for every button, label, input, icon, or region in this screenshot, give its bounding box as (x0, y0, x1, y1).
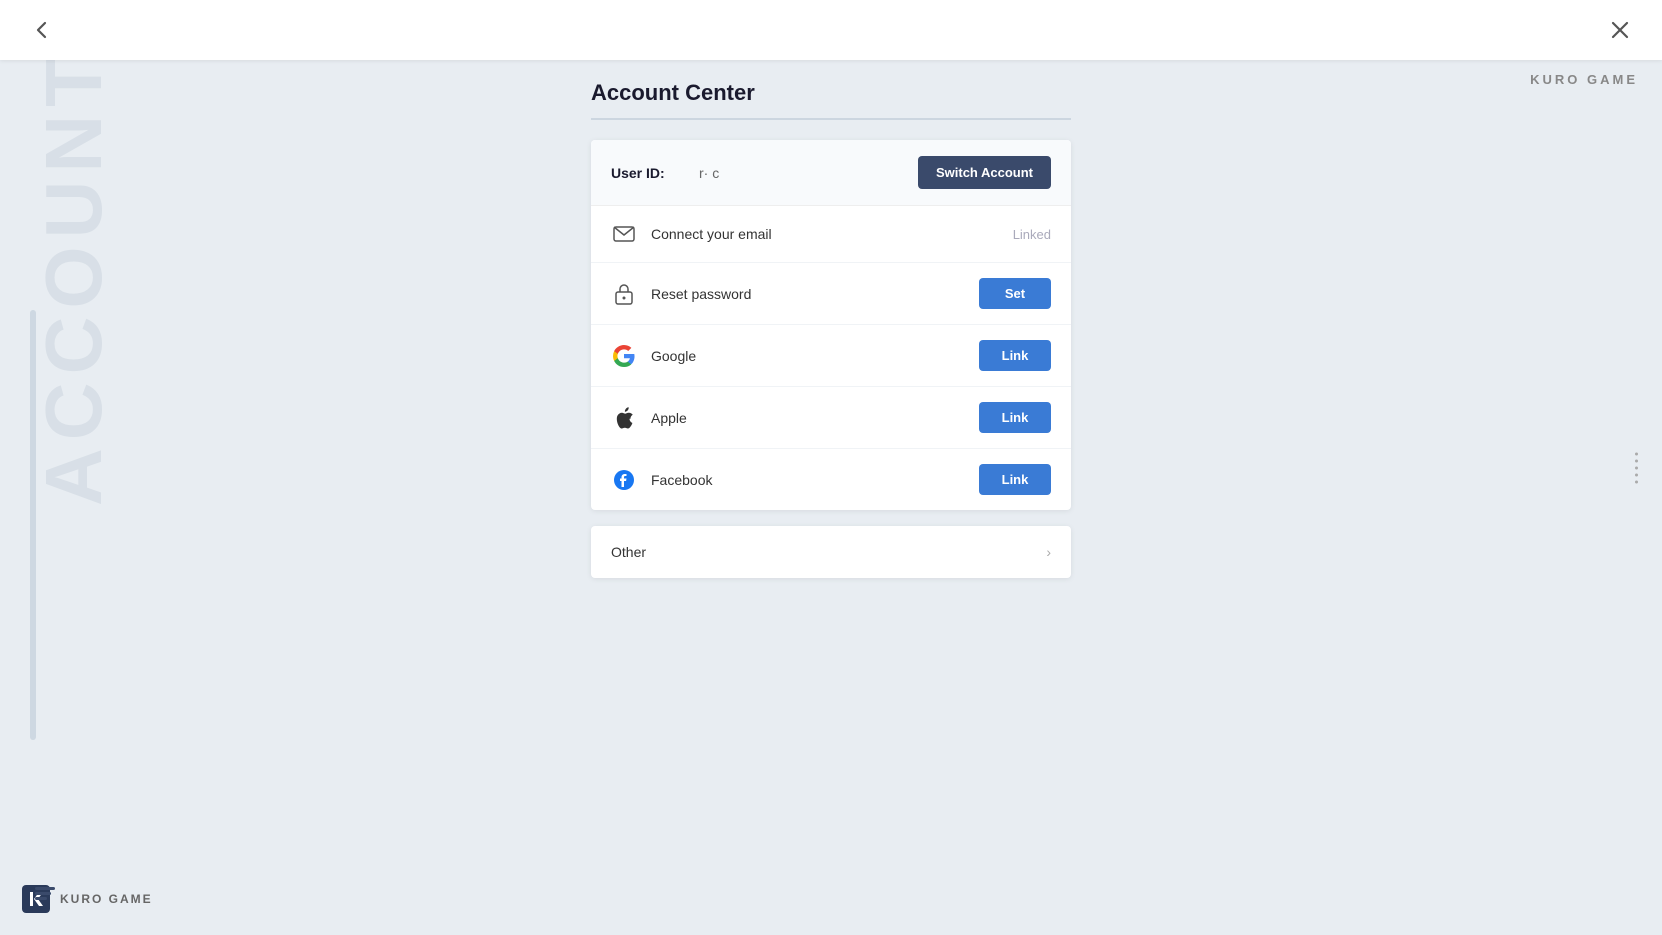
connect-email-status: Linked (1013, 227, 1051, 242)
right-dots (1635, 452, 1638, 483)
apple-icon (611, 405, 637, 431)
other-label: Other (611, 544, 1046, 560)
user-id-label: User ID: (611, 165, 691, 181)
facebook-row: Facebook Link (591, 449, 1071, 510)
bottom-brand: KURO GAME (20, 883, 153, 915)
connect-email-label: Connect your email (651, 226, 1013, 242)
google-icon (611, 343, 637, 369)
link-apple-button[interactable]: Link (979, 402, 1051, 433)
apple-row: Apple Link (591, 387, 1071, 449)
left-decorative-bar (30, 310, 36, 740)
user-id-value: r· c (691, 165, 918, 181)
apple-label: Apple (651, 410, 979, 426)
chevron-right-icon: › (1046, 544, 1051, 560)
link-facebook-button[interactable]: Link (979, 464, 1051, 495)
other-row[interactable]: Other › (591, 526, 1071, 578)
user-id-row: User ID: r· c Switch Account (591, 140, 1071, 206)
google-label: Google (651, 348, 979, 364)
back-button[interactable] (24, 12, 60, 48)
facebook-label: Facebook (651, 472, 979, 488)
connect-email-row: Connect your email Linked (591, 206, 1071, 263)
reset-password-label: Reset password (651, 286, 979, 302)
brand-top-right: KURO GAME (1530, 72, 1638, 87)
link-google-button[interactable]: Link (979, 340, 1051, 371)
google-row: Google Link (591, 325, 1071, 387)
email-icon (611, 221, 637, 247)
bottom-brand-name: KURO GAME (60, 892, 153, 906)
main-content: Account Center User ID: r· c Switch Acco… (591, 80, 1071, 578)
set-password-button[interactable]: Set (979, 278, 1051, 309)
switch-account-button[interactable]: Switch Account (918, 156, 1051, 189)
reset-password-row: Reset password Set (591, 263, 1071, 325)
bottom-decorative-bars (35, 887, 55, 900)
lock-icon (611, 281, 637, 307)
facebook-icon (611, 467, 637, 493)
account-card: User ID: r· c Switch Account Connect you… (591, 140, 1071, 510)
other-section: Other › (591, 526, 1071, 578)
close-button[interactable] (1602, 12, 1638, 48)
title-underline (591, 118, 1071, 120)
watermark-text: ACCOUNT (28, 50, 120, 506)
top-bar (0, 0, 1662, 60)
page-title: Account Center (591, 80, 1071, 106)
